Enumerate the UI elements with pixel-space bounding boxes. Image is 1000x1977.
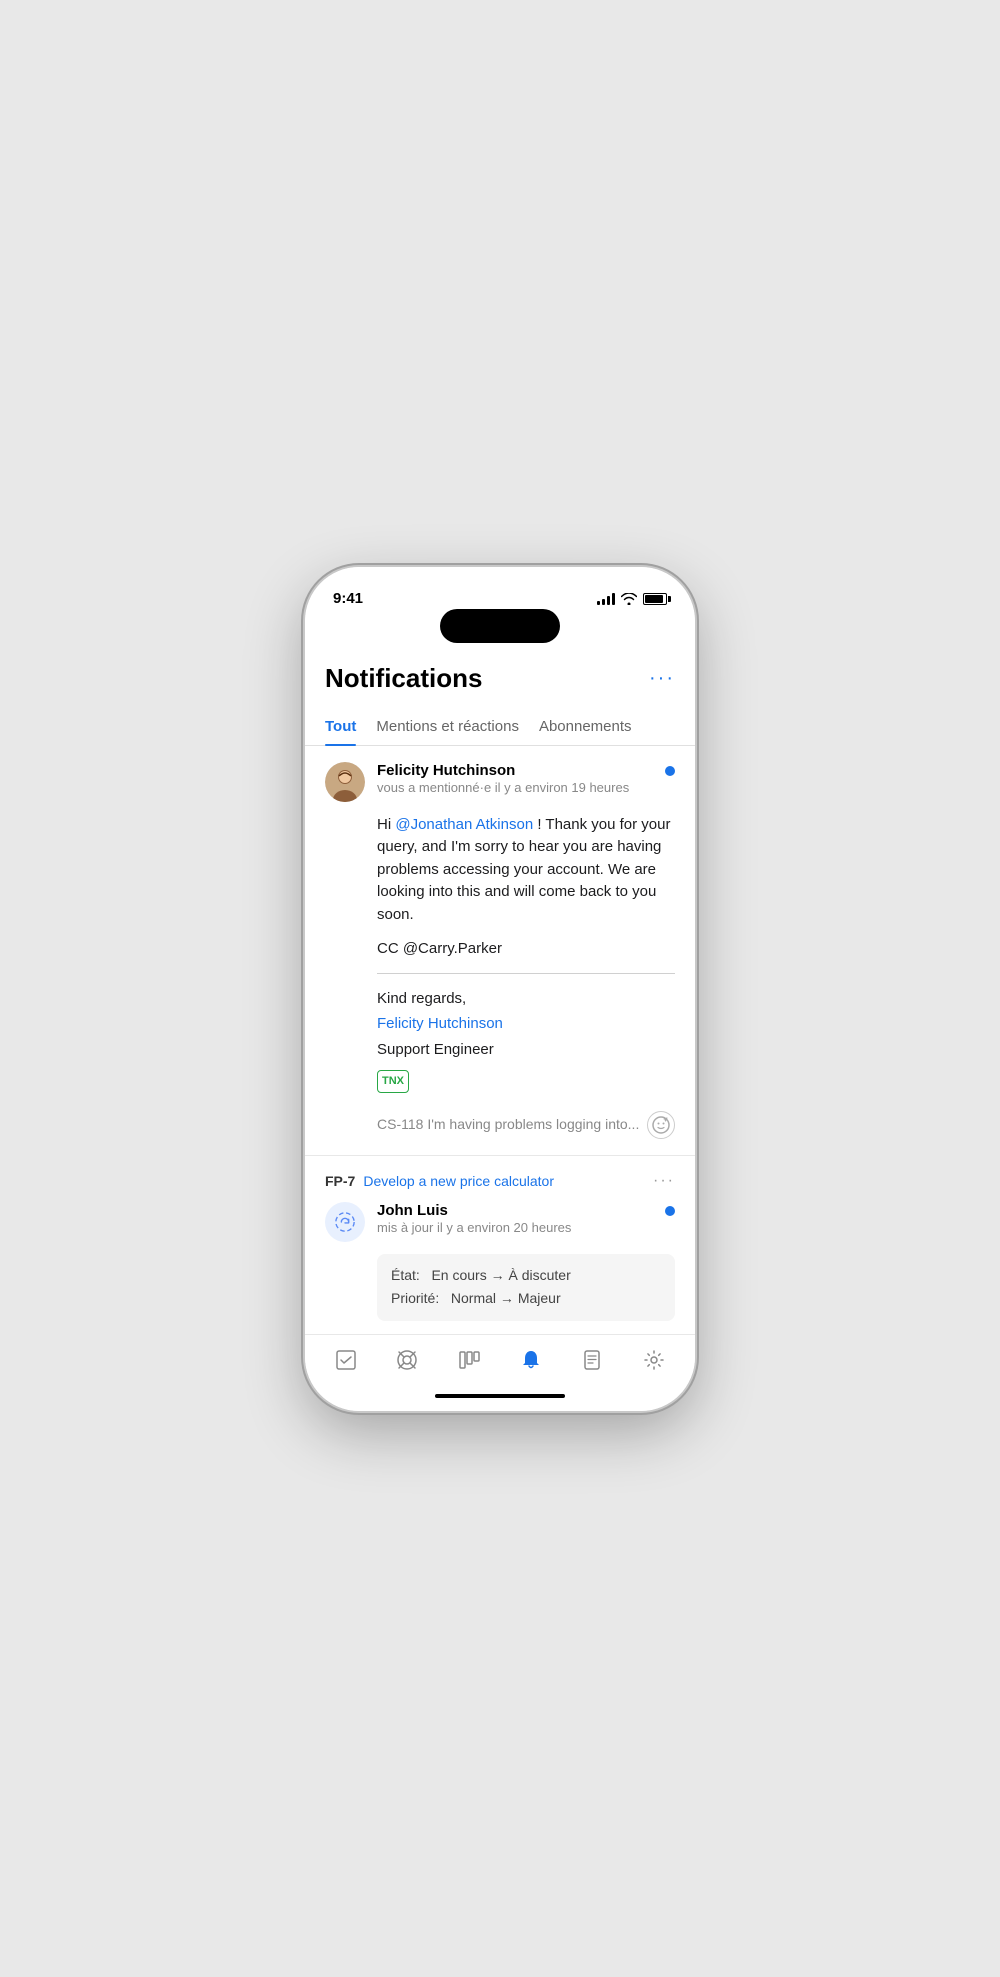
change-box: État: En cours → À discuter Priorité: No… [377, 1254, 675, 1322]
nav-board[interactable] [450, 1345, 488, 1375]
nav-help[interactable] [388, 1345, 426, 1375]
avatar-john [325, 1202, 365, 1242]
section-link[interactable]: Develop a new price calculator [363, 1173, 554, 1189]
notif-time-2: mis à jour il y a environ 20 heures [377, 1220, 653, 1235]
status-icons [597, 593, 667, 605]
unread-dot-1 [665, 766, 675, 776]
notif-signature-name: Felicity Hutchinson [377, 1011, 675, 1037]
app-content: Notifications ··· Tout Mentions et réact… [305, 643, 695, 1334]
dynamic-island [440, 609, 560, 643]
section-id: FP-7 [325, 1173, 355, 1189]
battery-fill [645, 595, 663, 603]
emoji-react-button[interactable] [647, 1111, 675, 1139]
unread-dot-2 [665, 1206, 675, 1216]
tab-mentions[interactable]: Mentions et réactions [376, 710, 519, 745]
notif-mention[interactable]: @Jonathan Atkinson [395, 816, 533, 833]
notif-header-1: Felicity Hutchinson vous a mentionné·e i… [325, 762, 675, 802]
avatar-felicity [325, 762, 365, 802]
nav-notifications[interactable] [512, 1345, 550, 1375]
tnx-text: TNX [382, 1073, 404, 1090]
tabs-bar: Tout Mentions et réactions Abonnements [305, 710, 695, 746]
wifi-icon [621, 593, 637, 605]
bottom-nav [305, 1334, 695, 1381]
notif-body-1: Hi @Jonathan Atkinson ! Thank you for yo… [377, 814, 675, 1139]
page-title: Notifications [325, 663, 482, 694]
change-row-1: État: En cours → À discuter [391, 1264, 661, 1288]
nav-docs[interactable] [573, 1345, 611, 1375]
status-time: 9:41 [333, 590, 363, 607]
notif-signature: Kind regards, Felicity Hutchinson Suppor… [377, 986, 675, 1063]
notif-meta-1: Felicity Hutchinson vous a mentionné·e i… [377, 762, 653, 795]
home-bar [435, 1394, 565, 1398]
tab-abonnements[interactable]: Abonnements [539, 710, 632, 745]
signal-bars-icon [597, 593, 615, 605]
notification-item-2[interactable]: FP-7 Develop a new price calculator ··· … [305, 1156, 695, 1334]
nav-settings[interactable] [635, 1345, 673, 1375]
change-row-2: Priorité: Normal → Majeur [391, 1287, 661, 1311]
notif-header-2: John Luis mis à jour il y a environ 20 h… [325, 1202, 675, 1242]
app-header: Notifications ··· [305, 643, 695, 710]
notif-user-name-2: John Luis [377, 1202, 653, 1219]
notif-message-intro: Hi [377, 816, 395, 833]
screen: 9:41 [305, 567, 695, 1411]
section-more-button[interactable]: ··· [653, 1172, 675, 1190]
battery-icon [643, 593, 667, 605]
tab-tout[interactable]: Tout [325, 710, 356, 745]
more-button[interactable]: ··· [649, 667, 675, 690]
notif-ticket: CS-118 I'm having problems logging into.… [377, 1111, 675, 1139]
notification-item-1[interactable]: Felicity Hutchinson vous a mentionné·e i… [305, 746, 695, 1156]
notif-divider [377, 973, 675, 974]
section-label-2: FP-7 Develop a new price calculator ··· [325, 1172, 675, 1190]
home-indicator [305, 1381, 695, 1411]
notif-cc: CC @Carry.Parker [377, 938, 675, 961]
notif-meta-2: John Luis mis à jour il y a environ 20 h… [377, 1202, 653, 1235]
ticket-label: CS-118 I'm having problems logging into.… [377, 1114, 639, 1135]
nav-tasks[interactable] [327, 1345, 365, 1375]
phone-frame: 9:41 [305, 567, 695, 1411]
notif-user-name-1: Felicity Hutchinson [377, 762, 653, 779]
notif-time-1: vous a mentionné·e il y a environ 19 heu… [377, 780, 653, 795]
tnx-badge: TNX [377, 1070, 409, 1093]
